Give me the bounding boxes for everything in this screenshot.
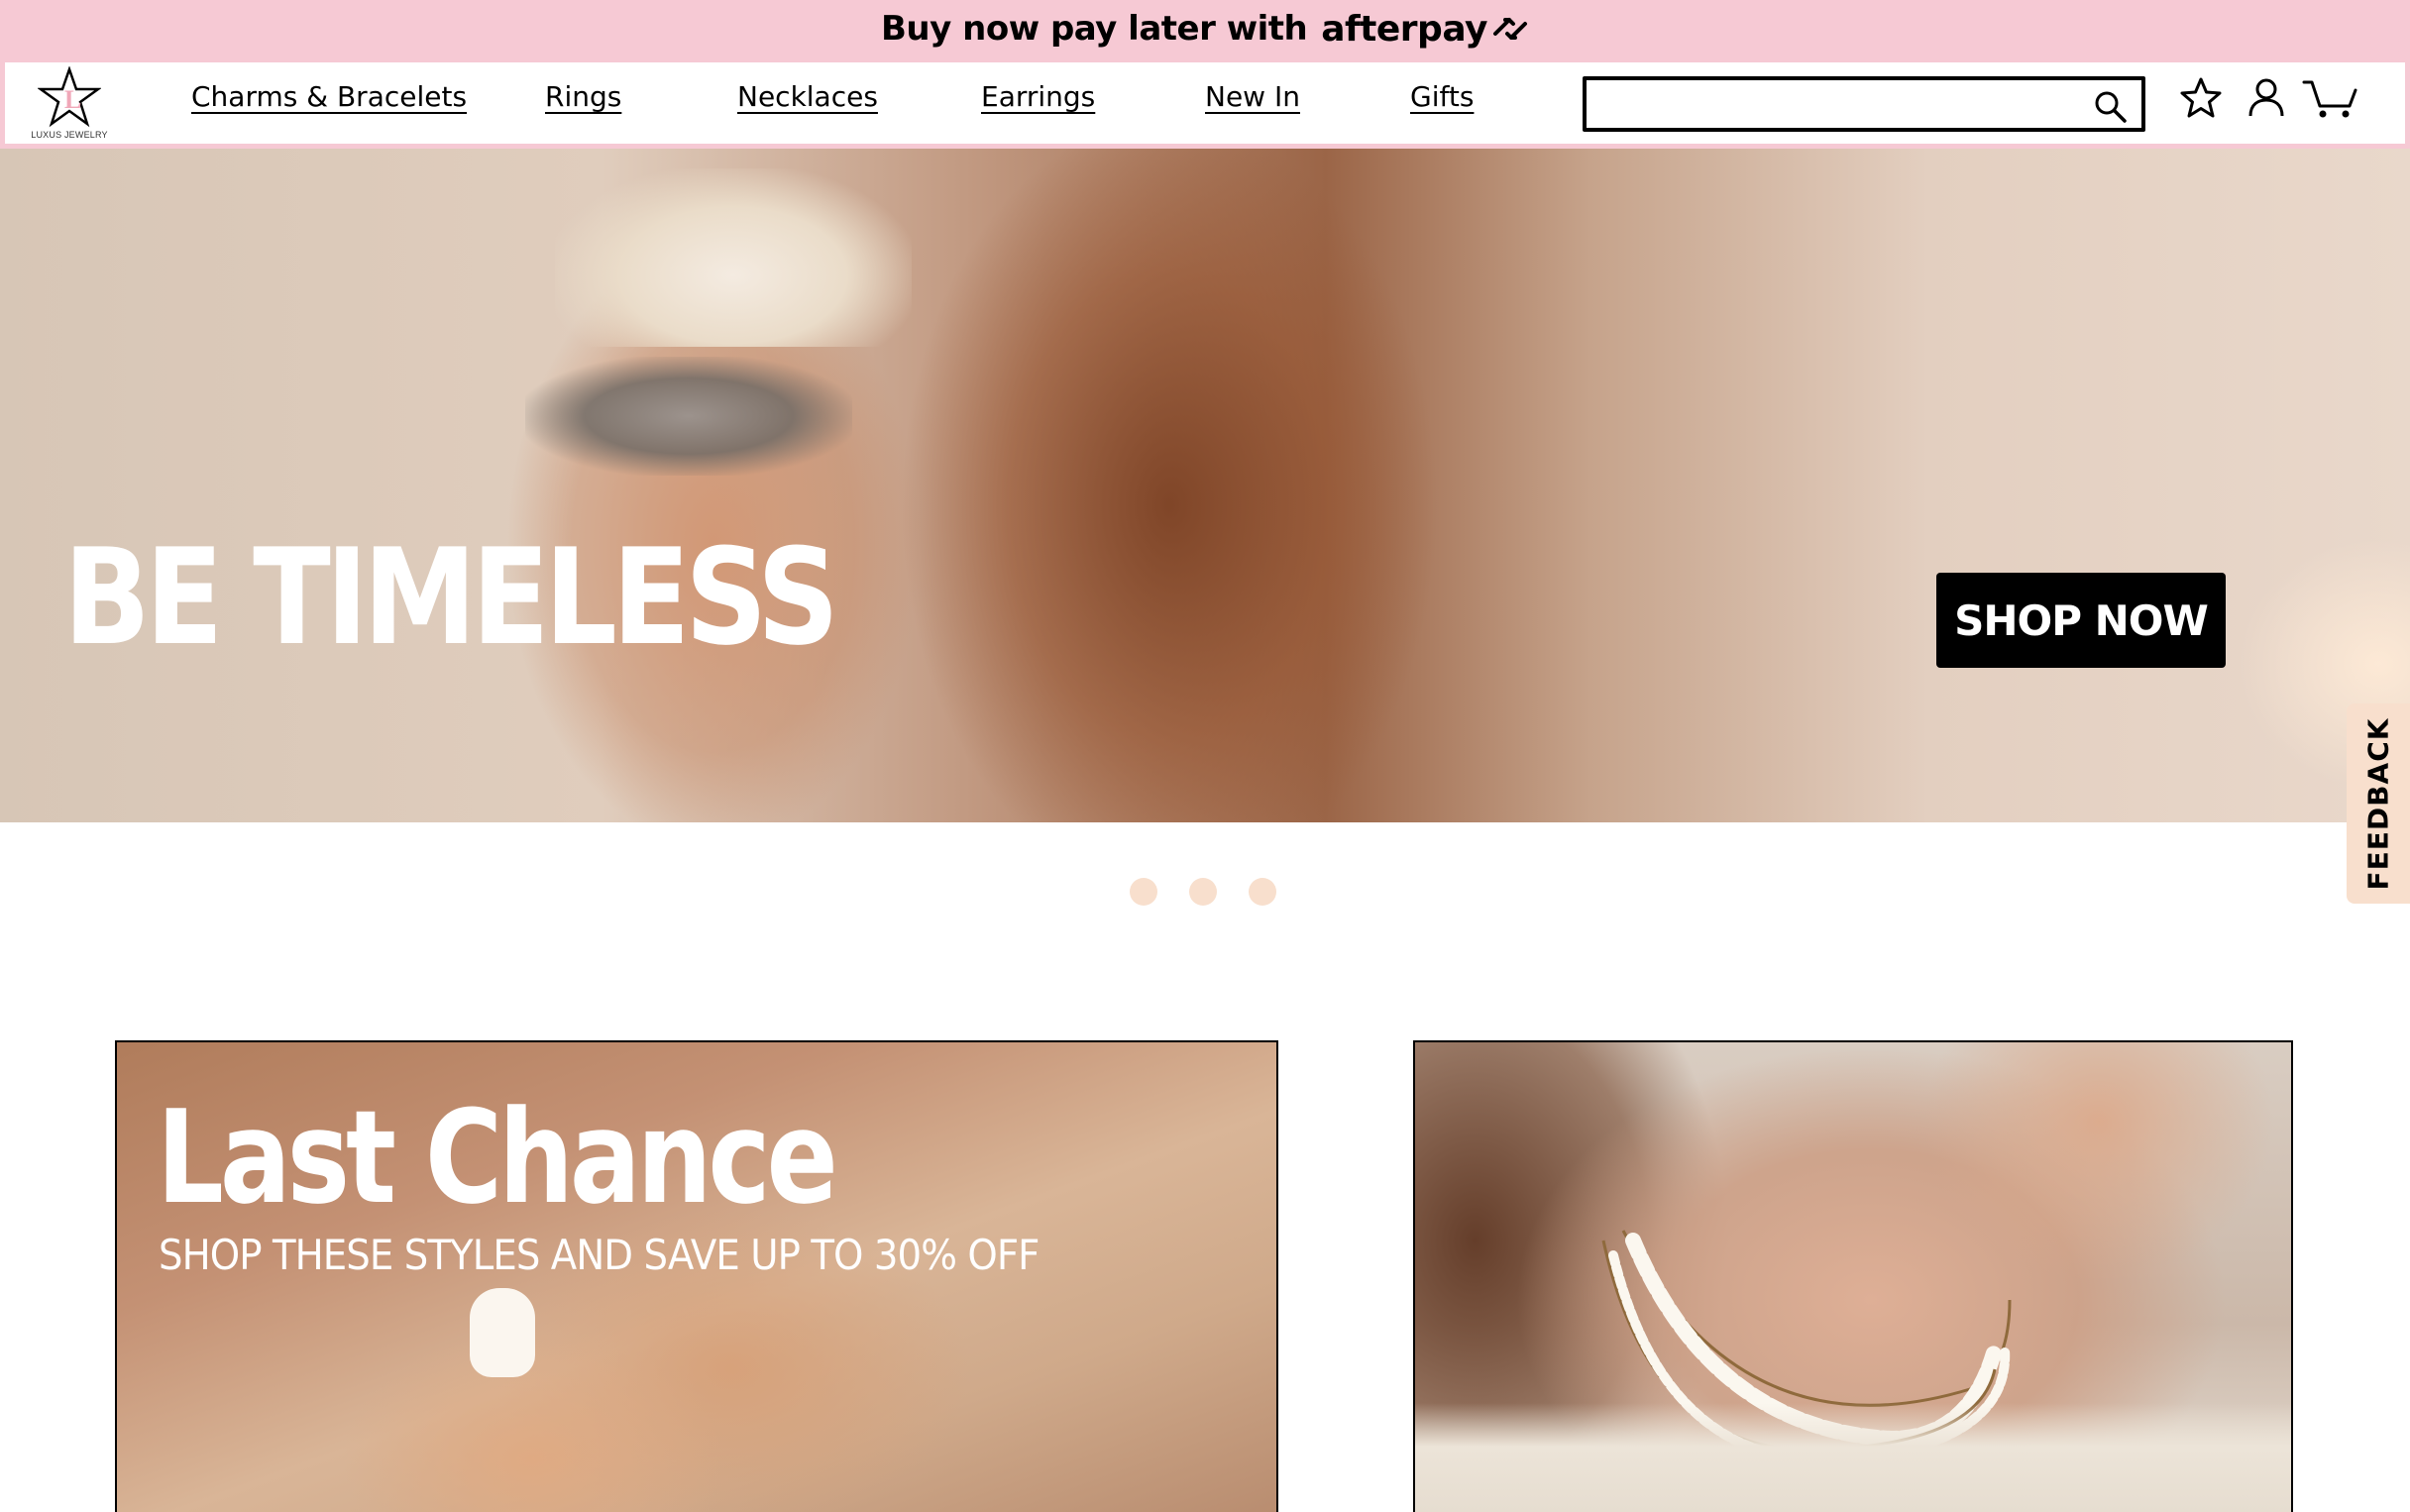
nav-charms-bracelets[interactable]: Charms & Bracelets (191, 80, 467, 113)
cart-icon[interactable] (2302, 76, 2357, 125)
promo-bar[interactable]: Buy now pay later with afterpay (0, 0, 2410, 57)
nav-rings[interactable]: Rings (545, 80, 621, 113)
hero-image-shells (555, 168, 912, 347)
nav-gifts[interactable]: Gifts (1410, 80, 1474, 113)
carousel-dot-3[interactable] (1249, 878, 1276, 906)
carousel-dot-2[interactable] (1189, 878, 1217, 906)
svg-text:L: L (64, 85, 81, 114)
wishlist-star-icon[interactable] (2179, 76, 2223, 125)
hero-title: BE TIMELESS (63, 520, 839, 675)
last-chance-card[interactable]: Last Chance SHOP THESE STYLES AND SAVE U… (115, 1040, 1278, 1512)
nav-new-in[interactable]: New In (1205, 80, 1300, 113)
nav-earrings[interactable]: Earrings (981, 80, 1095, 113)
promo-text: Buy now pay later with (881, 9, 1308, 49)
search-icon[interactable] (2092, 88, 2128, 129)
logo-text: LUXUS JEWELRY (31, 130, 108, 140)
carousel-dot-1[interactable] (1130, 878, 1157, 906)
shop-now-button[interactable]: SHOP NOW (1936, 573, 2226, 668)
hero-banner[interactable]: BE TIMELESS SHOP NOW (0, 149, 2410, 822)
site-header: L LUXUS JEWELRY Charms & Bracelets Rings… (0, 57, 2410, 149)
page: Buy now pay later with afterpay L LUXUS … (0, 0, 2410, 1512)
site-logo[interactable]: L LUXUS JEWELRY (27, 66, 112, 142)
pearl-necklace-card[interactable] (1413, 1040, 2293, 1512)
nav-necklaces[interactable]: Necklaces (737, 80, 878, 113)
carousel-dots (1130, 878, 1276, 906)
star-logo-icon: L (38, 66, 101, 128)
afterpay-brand-text: afterpay (1321, 8, 1487, 50)
afterpay-logo: afterpay (1321, 9, 1529, 50)
feedback-label: FEEDBACK (2361, 717, 2395, 890)
search-box[interactable] (1583, 76, 2145, 132)
card-image-sweater (1415, 1403, 2291, 1512)
search-input[interactable] (1596, 86, 2072, 122)
feedback-tab[interactable]: FEEDBACK (2347, 703, 2410, 904)
hero-image-bracelets (525, 357, 852, 476)
card-image-hand (470, 1288, 535, 1377)
afterpay-arrows-icon (1492, 18, 1527, 40)
last-chance-title: Last Chance (157, 1082, 838, 1233)
account-icon[interactable] (2246, 76, 2286, 125)
last-chance-subtitle: SHOP THESE STYLES AND SAVE UP TO 30% OFF (159, 1231, 1040, 1279)
